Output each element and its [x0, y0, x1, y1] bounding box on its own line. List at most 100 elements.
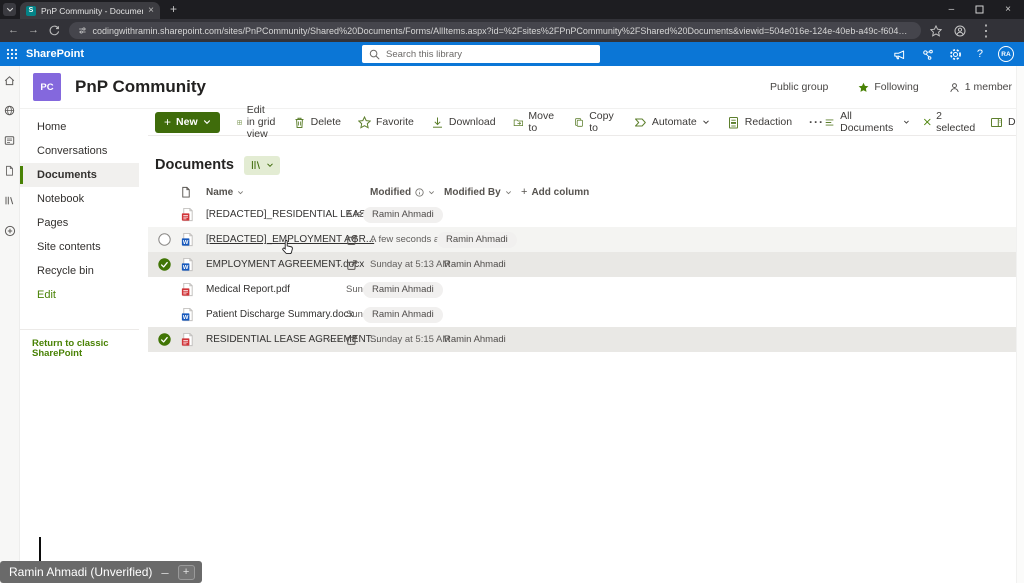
- sidebar-nav-item[interactable]: Pages: [20, 211, 139, 235]
- clear-selection-button[interactable]: 2 selected: [923, 110, 977, 134]
- library-icon[interactable]: [4, 195, 15, 206]
- zoom-in-button[interactable]: +: [178, 565, 195, 580]
- edit-grid-view-label: Edit in grid view: [247, 104, 276, 140]
- download-button[interactable]: Download: [431, 116, 496, 129]
- bookmark-star-icon[interactable]: [930, 25, 942, 37]
- news-icon[interactable]: [4, 135, 15, 146]
- back-button[interactable]: ←: [8, 25, 19, 36]
- edit-grid-view-button[interactable]: Edit in grid view: [237, 104, 276, 140]
- sidebar-nav-item[interactable]: Edit: [20, 283, 139, 307]
- sidebar-nav-item[interactable]: Site contents: [20, 235, 139, 259]
- table-row[interactable]: W [REDACTED]_RESIDENTIAL LEASE AGREEM...…: [148, 202, 1024, 227]
- sidebar-nav-item[interactable]: Conversations: [20, 139, 139, 163]
- members-label: 1 member: [965, 81, 1012, 93]
- file-type-column-header[interactable]: [180, 186, 206, 198]
- zoom-out-button[interactable]: –: [161, 565, 168, 580]
- move-to-icon: [513, 116, 524, 129]
- svg-text:W: W: [183, 315, 189, 321]
- document-icon[interactable]: [4, 165, 15, 176]
- waffle-icon[interactable]: [6, 48, 18, 60]
- add-column-label: Add column: [531, 187, 589, 198]
- modified-by-value: Ramin Ahmadi: [437, 232, 517, 248]
- avatar[interactable]: RA: [998, 46, 1014, 62]
- table-row[interactable]: W [REDACTED]_EMPLOYMENT AGR... ··· A few…: [148, 227, 1024, 252]
- members-button[interactable]: 1 member: [949, 81, 1012, 93]
- site-logo[interactable]: PC: [33, 73, 61, 101]
- classic-sharepoint-link[interactable]: Return to classic SharePoint: [20, 329, 139, 360]
- row-more-actions-button[interactable]: ···: [328, 334, 346, 346]
- favorite-button[interactable]: Favorite: [358, 116, 414, 129]
- window-close-button[interactable]: ×: [1005, 4, 1011, 15]
- url-text[interactable]: codingwithramin.sharepoint.com/sites/PnP…: [92, 26, 912, 36]
- following-label: Following: [874, 81, 918, 93]
- row-selected-check-icon[interactable]: [158, 333, 171, 346]
- more-commands-button[interactable]: ···: [809, 115, 824, 129]
- clear-selection-icon: [923, 117, 932, 127]
- library-view-pill[interactable]: [244, 156, 280, 175]
- help-icon[interactable]: ?: [977, 48, 983, 60]
- row-more-actions-button[interactable]: ···: [328, 259, 346, 271]
- reload-button[interactable]: [48, 25, 60, 37]
- scrollbar[interactable]: [1016, 66, 1024, 583]
- modified-column-header[interactable]: Modified: [370, 187, 444, 198]
- site-info-icon[interactable]: [78, 25, 86, 36]
- share-icon[interactable]: [346, 234, 358, 246]
- add-column-button[interactable]: + Add column: [521, 186, 1024, 198]
- new-button[interactable]: + New: [155, 112, 220, 133]
- view-selector-label: All Documents: [840, 110, 898, 134]
- delete-button[interactable]: Delete: [293, 116, 341, 129]
- table-row[interactable]: W EMPLOYMENT AGREEMENT.docx ··· Sunday a…: [148, 252, 1024, 277]
- share-icon[interactable]: [346, 334, 358, 346]
- forward-button[interactable]: →: [28, 25, 39, 36]
- move-to-button[interactable]: Move to: [513, 110, 558, 134]
- address-bar[interactable]: codingwithramin.sharepoint.com/sites/PnP…: [69, 22, 921, 39]
- vertical-tabs-button[interactable]: [3, 3, 16, 16]
- network-icon[interactable]: [921, 48, 934, 61]
- sidebar-nav-item[interactable]: Recycle bin: [20, 259, 139, 283]
- tab-close-icon[interactable]: ×: [148, 6, 154, 16]
- create-icon[interactable]: [4, 225, 16, 237]
- copy-to-button[interactable]: Copy to: [574, 110, 617, 134]
- window-minimize-button[interactable]: –: [949, 4, 955, 15]
- browser-tab[interactable]: S PnP Community - Documents ×: [20, 2, 160, 19]
- automate-button[interactable]: Automate: [634, 116, 710, 129]
- window-maximize-button[interactable]: [975, 5, 984, 14]
- table-row[interactable]: W Patient Discharge Summary.docx ··· Sun…: [148, 302, 1024, 327]
- automate-icon: [634, 116, 647, 129]
- site-title[interactable]: PnP Community: [75, 77, 206, 97]
- view-selector[interactable]: All Documents: [824, 110, 910, 134]
- gear-icon[interactable]: [949, 48, 962, 61]
- file-name-link[interactable]: Patient Discharge Summary.docx: [206, 309, 354, 320]
- file-name-link[interactable]: Medical Report.pdf: [206, 284, 290, 295]
- sidebar-nav-item[interactable]: Documents: [20, 163, 139, 187]
- hand-cursor-icon: [281, 239, 296, 257]
- share-icon[interactable]: [346, 259, 358, 271]
- sidebar-nav-item[interactable]: Notebook: [20, 187, 139, 211]
- row-more-actions-button[interactable]: ···: [328, 234, 346, 246]
- megaphone-icon[interactable]: [893, 48, 906, 61]
- sidebar-nav-item[interactable]: Home: [20, 115, 139, 139]
- suite-brand[interactable]: SharePoint: [26, 48, 84, 60]
- word-file-icon: W: [180, 232, 195, 247]
- library-search[interactable]: [362, 45, 600, 63]
- table-row[interactable]: W Medical Report.pdf ··· Sunday at 5:11 …: [148, 277, 1024, 302]
- redaction-button[interactable]: Redaction: [727, 116, 792, 129]
- browser-menu-icon[interactable]: ⋮: [978, 21, 994, 41]
- row-selected-check-icon[interactable]: [158, 258, 171, 271]
- modified-value: Sunday at 5:15 AM: [370, 334, 444, 345]
- sort-chevron-icon: [505, 189, 512, 196]
- new-tab-button[interactable]: +: [170, 2, 177, 16]
- search-input[interactable]: [386, 49, 593, 60]
- name-column-header[interactable]: Name: [206, 187, 370, 198]
- site-header: PC PnP Community Public group Following …: [20, 66, 1024, 109]
- globe-icon[interactable]: [4, 105, 15, 116]
- home-icon[interactable]: [4, 75, 15, 86]
- table-row[interactable]: W RESIDENTIAL LEASE AGREEMENT... ··· Sun…: [148, 327, 1024, 352]
- browser-urlbar: ← → codingwithramin.sharepoint.com/sites…: [0, 19, 1024, 42]
- modified-by-value: Ramin Ahmadi: [444, 334, 506, 345]
- recording-overlay: Ramin Ahmadi (Unverified) – +: [0, 561, 202, 583]
- row-checkbox[interactable]: [158, 233, 171, 246]
- following-button[interactable]: Following: [858, 81, 918, 93]
- browser-profile-icon[interactable]: [954, 25, 966, 37]
- modified-by-column-header[interactable]: Modified By: [444, 187, 521, 198]
